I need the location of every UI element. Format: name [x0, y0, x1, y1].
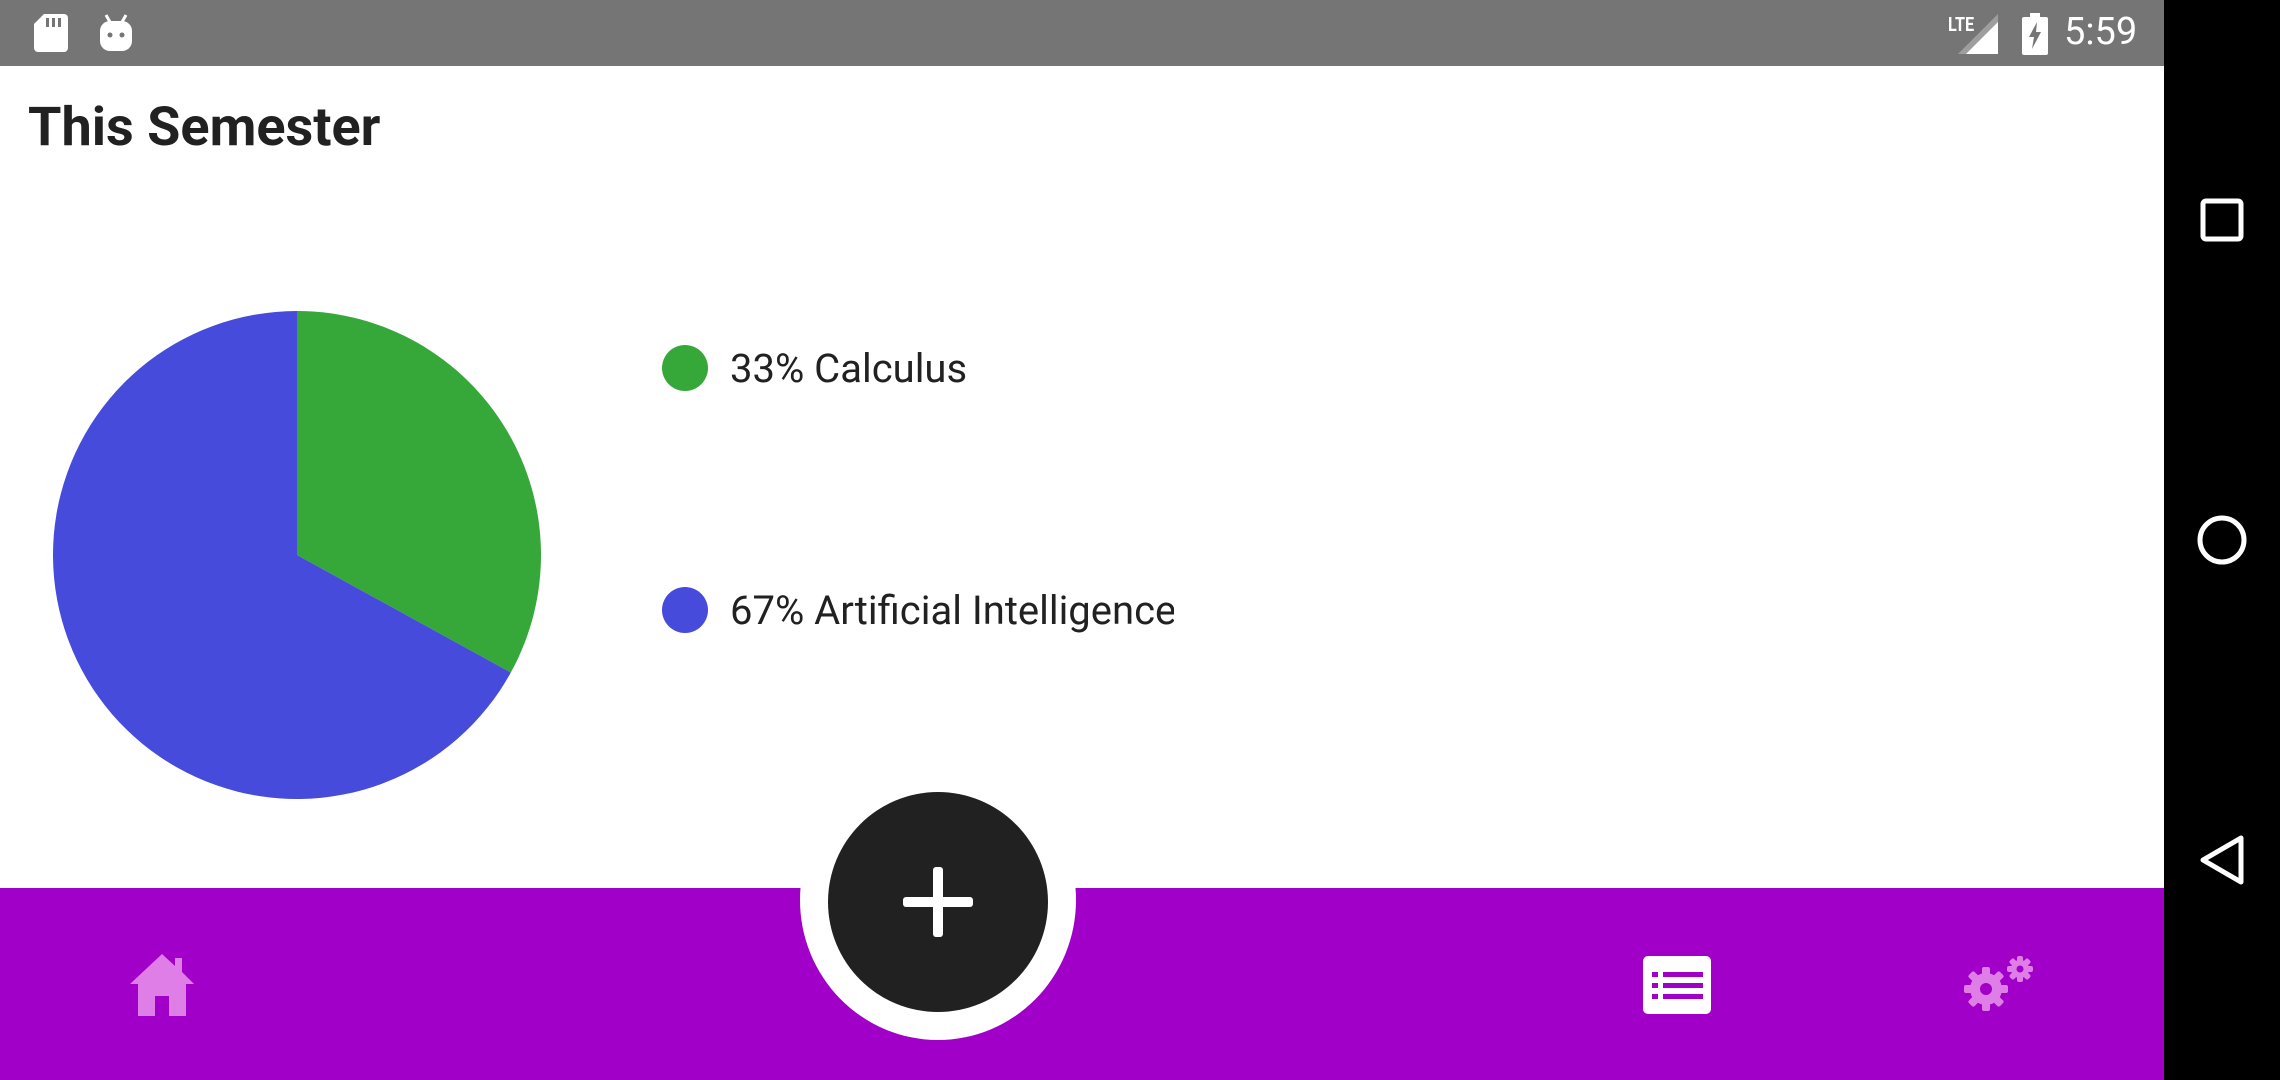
home-circle-icon	[2197, 515, 2247, 565]
settings-icon	[1964, 956, 2033, 1011]
signal-icon	[1958, 14, 1998, 54]
legend-label: 67% Artificial Intelligence	[730, 586, 1174, 634]
settings-button[interactable]	[1962, 954, 2036, 1016]
legend-color-dot	[662, 587, 708, 633]
status-bar: LTE 5:59	[0, 0, 2164, 66]
add-button[interactable]	[828, 792, 1048, 1012]
list-icon	[1643, 956, 1711, 1014]
android-debug-icon	[100, 14, 132, 51]
legend-label-clip: 67% Artificial Intelligence	[730, 587, 1174, 634]
battery-charging-icon	[2022, 13, 2048, 55]
recents-icon	[2200, 198, 2244, 242]
sd-card-icon	[34, 14, 68, 52]
status-time: 5:59	[2064, 10, 2138, 54]
pie-chart	[52, 310, 542, 800]
system-home-button[interactable]	[2164, 480, 2280, 600]
back-button[interactable]	[2164, 800, 2280, 920]
back-icon	[2200, 835, 2244, 885]
legend-label: 33% Calculus	[730, 344, 968, 392]
recents-button[interactable]	[2164, 160, 2280, 280]
home-icon	[130, 954, 194, 1016]
legend-item-calculus: 33% Calculus	[662, 338, 967, 398]
system-nav-bar	[2164, 0, 2280, 1080]
legend-item-artificial-intelligence: 67% Artificial Intelligence	[662, 580, 1174, 640]
page-title: This Semester	[28, 96, 381, 159]
pie-chart-svg	[52, 311, 541, 799]
list-button[interactable]	[1642, 954, 1712, 1016]
add-icon	[903, 867, 973, 937]
bottom-app-bar	[0, 888, 2164, 1080]
home-button[interactable]	[126, 950, 198, 1020]
legend-color-dot	[662, 345, 708, 391]
app-screen: LTE 5:59 This Semester 33% Calculus 67% …	[0, 0, 2164, 1080]
